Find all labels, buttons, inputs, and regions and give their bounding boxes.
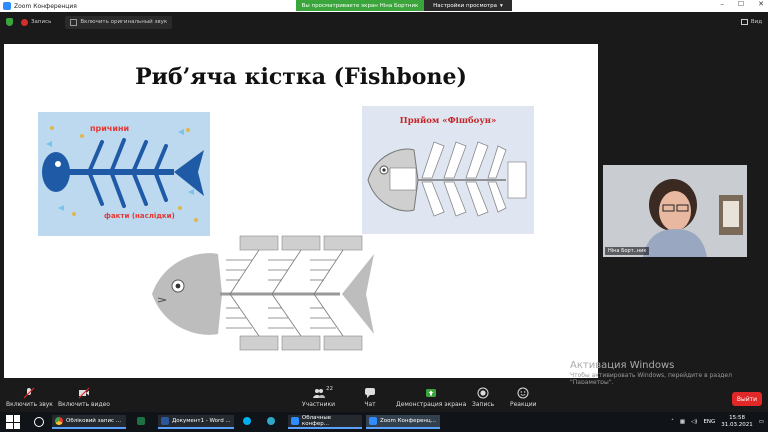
- smiley-icon: [517, 387, 529, 399]
- taskbar-item-word[interactable]: Документ1 - Word ...: [158, 415, 234, 429]
- window-controls: – ☐ ✕: [720, 0, 764, 8]
- minimize-button[interactable]: –: [720, 0, 724, 8]
- zoom-app-icon: [3, 2, 11, 10]
- excel-icon: [137, 417, 145, 425]
- taskbar-item-label: Zoom Конференц...: [380, 418, 437, 424]
- technique-title: Прийом «Фішбоун»: [399, 116, 497, 126]
- participants-count: 22: [326, 386, 333, 392]
- window-title: Zoom Конференция: [14, 2, 77, 10]
- view-button[interactable]: Вид: [740, 19, 762, 25]
- muted-microphone-icon: [23, 387, 35, 399]
- chat-icon: [364, 387, 376, 399]
- close-button[interactable]: ✕: [758, 0, 764, 8]
- fishbone-blue-picture: причини факти (наслідки): [38, 112, 210, 236]
- start-menu-icon[interactable]: [6, 415, 20, 429]
- clock-time: 15:58: [729, 415, 745, 421]
- slide-title: Риб’яча кістка (Fishbone): [135, 64, 467, 90]
- chevron-up-icon[interactable]: ˄: [671, 419, 674, 425]
- windows-taskbar: Обліковий запис ... Документ1 - Word ...…: [0, 412, 768, 432]
- taskbar-item-skype[interactable]: [240, 415, 256, 429]
- participant-avatar: [603, 165, 747, 257]
- start-video-label: Включить видео: [58, 401, 110, 408]
- clock[interactable]: 15:58 31.03.2021: [721, 415, 753, 429]
- taskbar-item-label: Документ1 - Word ...: [172, 418, 231, 424]
- screen-share-banner: Вы просматриваете экран Ніна Бортник: [296, 0, 424, 11]
- taskbar-item-chrome[interactable]: Обліковий запис ...: [52, 415, 126, 429]
- language-indicator[interactable]: ENG: [703, 419, 715, 425]
- participant-video-tile[interactable]: Ніна Борт..ник: [603, 165, 747, 257]
- window-titlebar: Zoom Конференция Вы просматриваете экран…: [0, 0, 768, 12]
- windows-activation-watermark: Активация Windows Чтобы активировать Win…: [570, 360, 768, 386]
- taskbar-item-label: Облачные конфер...: [301, 415, 332, 427]
- view-options-button[interactable]: Настройки просмотра ▾: [424, 0, 512, 11]
- skype-icon: [243, 417, 251, 425]
- network-icon[interactable]: ▦: [680, 419, 685, 425]
- taskbar-item-excel[interactable]: [134, 415, 150, 429]
- reactions-button[interactable]: Реакции: [510, 387, 537, 408]
- word-icon: [161, 417, 169, 425]
- record-button[interactable]: Запись: [472, 387, 494, 408]
- edge-icon: [267, 417, 275, 425]
- meeting-topbar: Запись Включить оригинальный звук Вид: [0, 12, 768, 32]
- share-screen-label: Демонстрация экрана: [396, 401, 467, 408]
- video-off-icon: [78, 387, 90, 399]
- zoom-icon: [369, 417, 377, 425]
- grid-view-icon: [740, 19, 748, 25]
- record-label: Запись: [472, 401, 495, 408]
- causes-label: причини: [90, 124, 130, 133]
- reactions-label: Реакции: [510, 401, 537, 408]
- leave-meeting-button[interactable]: Выйти: [732, 392, 762, 406]
- share-screen-icon: [425, 387, 437, 399]
- chat-button[interactable]: Чат: [364, 387, 376, 408]
- shared-slide: Риб’яча кістка (Fishbone) причини факти …: [4, 44, 598, 378]
- original-sound-toggle[interactable]: Включить оригинальный звук: [65, 15, 173, 29]
- taskbar-item-edge[interactable]: [264, 415, 280, 429]
- search-icon[interactable]: [34, 417, 44, 427]
- participants-label: Участники: [302, 401, 336, 408]
- taskbar-item-label: Обліковий запис ...: [66, 418, 122, 424]
- facts-label: факти (наслідки): [104, 212, 175, 220]
- checkbox-icon: [70, 18, 78, 26]
- maximize-button[interactable]: ☐: [738, 0, 744, 8]
- watermark-title: Активация Windows: [570, 360, 675, 371]
- fishbone-technique-picture: Прийом «Фішбоун»: [362, 106, 534, 234]
- zoom-icon: [291, 417, 299, 425]
- taskbar-item-zoom-meeting[interactable]: Zoom Конференц...: [366, 415, 440, 429]
- clock-date: 31.03.2021: [721, 422, 753, 428]
- security-shield-icon[interactable]: [6, 18, 13, 26]
- recording-icon: [21, 18, 28, 26]
- meeting-toolbar: Включить звук Включить видео Участники 2…: [0, 384, 768, 412]
- chrome-icon: [55, 417, 63, 425]
- participant-name: Ніна Борт..ник: [605, 247, 650, 255]
- system-tray: ˄ ▦ ◁) ENG 15:58 31.03.2021 ▭: [671, 412, 764, 432]
- original-sound-label: Включить оригинальный звук: [80, 19, 168, 25]
- share-screen-button[interactable]: Демонстрация экрана: [396, 387, 466, 408]
- chevron-down-icon: ▾: [500, 2, 503, 9]
- fishbone-template-diagram: [152, 235, 374, 351]
- taskbar-item-zoom-cloud[interactable]: Облачные конфер...: [288, 415, 362, 429]
- unmute-button[interactable]: Включить звук: [6, 387, 53, 408]
- view-options-label: Настройки просмотра: [433, 2, 498, 9]
- notifications-icon[interactable]: ▭: [759, 419, 764, 425]
- start-video-button[interactable]: Включить видео: [58, 387, 110, 408]
- participants-icon: [312, 387, 325, 399]
- recording-label: Запись: [31, 19, 52, 25]
- view-label: Вид: [750, 19, 762, 25]
- chat-label: Чат: [364, 401, 376, 408]
- unmute-label: Включить звук: [6, 401, 53, 408]
- record-icon: [477, 387, 489, 399]
- volume-icon[interactable]: ◁): [691, 419, 697, 425]
